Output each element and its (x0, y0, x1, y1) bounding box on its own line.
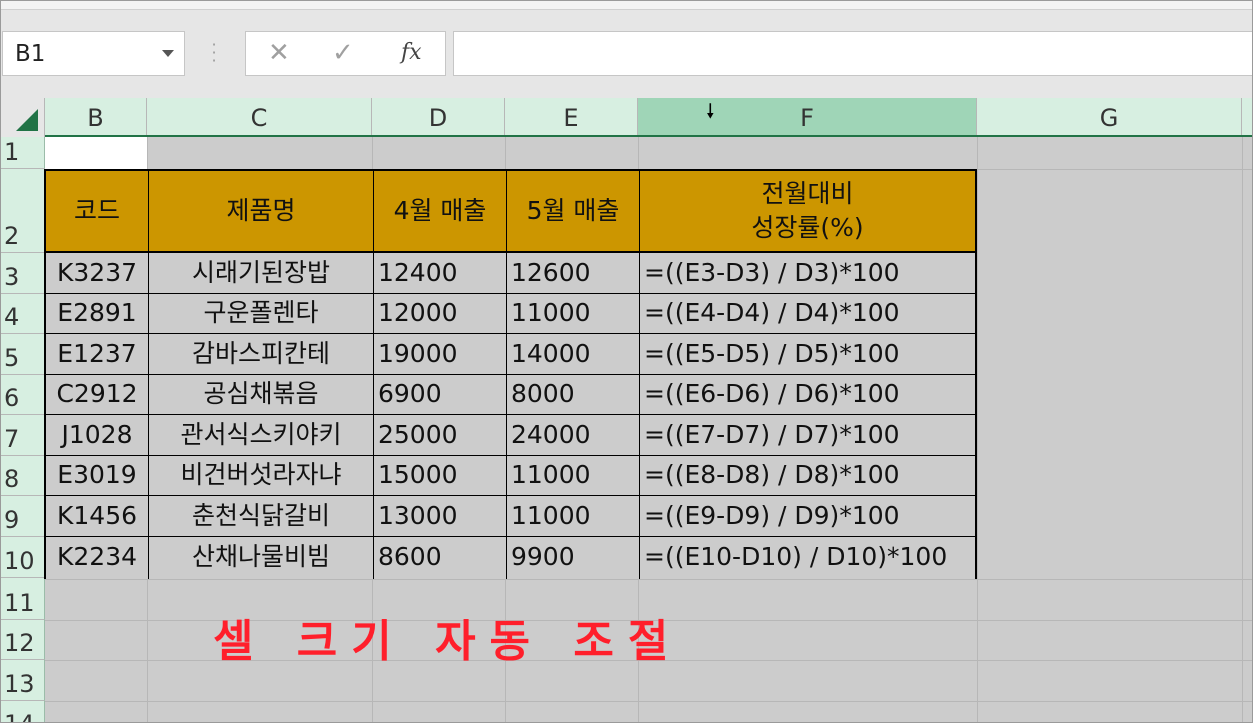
column-header-e[interactable]: E (505, 98, 638, 135)
active-cell-b1[interactable] (45, 137, 147, 169)
header-growth-rate-line1: 전월대비 (761, 179, 854, 208)
header-growth-rate-line2: 성장률(%) (751, 213, 864, 242)
cell-product-name[interactable]: 관서식스키야키 (149, 415, 374, 456)
name-box-value: B1 (15, 41, 46, 67)
column-header-d[interactable]: D (372, 98, 505, 135)
row-header-11[interactable]: 11 (1, 578, 45, 620)
chevron-down-icon[interactable] (162, 50, 174, 57)
header-growth-rate[interactable]: 전월대비 성장률(%) (640, 171, 975, 253)
cell-april-sales[interactable]: 12000 (374, 294, 507, 334)
formula-input[interactable] (453, 31, 1252, 76)
gridline (1242, 137, 1243, 722)
cell-growth-formula[interactable]: =((E5-D5) / D5)*100 (640, 334, 975, 375)
cell-growth-formula[interactable]: =((E8-D8) / D8)*100 (640, 456, 975, 496)
gridline (45, 701, 1252, 702)
drag-handle-icon[interactable]: · · · (210, 37, 218, 69)
insert-function-icon[interactable]: fx (401, 40, 422, 65)
overlay-caption: 셀 크기 자동 조절 (213, 616, 683, 667)
cell-product-name[interactable]: 구운폴렌타 (149, 294, 374, 334)
header-product-name[interactable]: 제품명 (149, 171, 374, 253)
cell-growth-formula[interactable]: =((E7-D7) / D7)*100 (640, 415, 975, 456)
row-header-13[interactable]: 13 (1, 660, 45, 701)
cell-code[interactable]: E3019 (46, 456, 149, 496)
column-header-f[interactable]: 🠗 F (638, 98, 977, 135)
excel-window: B1 · · · ✕ ✓ fx B C D E 🠗 F G 1 2 3 4 5 6 … (0, 0, 1253, 723)
cancel-icon[interactable]: ✕ (268, 38, 290, 68)
cell-april-sales[interactable]: 6900 (374, 375, 507, 415)
name-box[interactable]: B1 (2, 31, 185, 76)
header-april-sales[interactable]: 4월 매출 (374, 171, 507, 253)
header-may-sales[interactable]: 5월 매출 (507, 171, 640, 253)
cell-code[interactable]: C2912 (46, 375, 149, 415)
cell-code[interactable]: E2891 (46, 294, 149, 334)
gridline (45, 579, 1252, 580)
cell-may-sales[interactable]: 9900 (507, 537, 640, 579)
cell-may-sales[interactable]: 12600 (507, 253, 640, 294)
cell-product-name[interactable]: 비건버섯라자냐 (149, 456, 374, 496)
cell-april-sales[interactable]: 12400 (374, 253, 507, 294)
cell-april-sales[interactable]: 15000 (374, 456, 507, 496)
header-code[interactable]: 코드 (46, 171, 149, 253)
cell-april-sales[interactable]: 25000 (374, 415, 507, 456)
select-all-button[interactable] (1, 98, 45, 137)
cell-growth-formula[interactable]: =((E3-D3) / D3)*100 (640, 253, 975, 294)
cell-product-name[interactable]: 공심채볶음 (149, 375, 374, 415)
row-header-7[interactable]: 7 (1, 415, 45, 456)
cell-april-sales[interactable]: 8600 (374, 537, 507, 579)
row-header-2[interactable]: 2 (1, 169, 45, 253)
cell-code[interactable]: K2234 (46, 537, 149, 579)
column-header-b[interactable]: B (45, 98, 147, 135)
row-header-1[interactable]: 1 (1, 137, 45, 169)
ribbon-edge (1, 1, 1252, 10)
cell-product-name[interactable]: 산채나물비빔 (149, 537, 374, 579)
cell-growth-formula[interactable]: =((E9-D9) / D9)*100 (640, 496, 975, 537)
cell-growth-formula[interactable]: =((E4-D4) / D4)*100 (640, 294, 975, 334)
enter-icon[interactable]: ✓ (332, 38, 354, 68)
cell-may-sales[interactable]: 11000 (507, 294, 640, 334)
row-header-5[interactable]: 5 (1, 334, 45, 375)
cell-code[interactable]: K1456 (46, 496, 149, 537)
cell-code[interactable]: J1028 (46, 415, 149, 456)
cell-growth-formula[interactable]: =((E10-D10) / D10)*100 (640, 537, 975, 579)
cell-product-name[interactable]: 시래기된장밥 (149, 253, 374, 294)
cell-may-sales[interactable]: 24000 (507, 415, 640, 456)
column-header-g[interactable]: G (977, 98, 1242, 135)
column-header-f-label: F (800, 104, 814, 132)
row-header-9[interactable]: 9 (1, 496, 45, 537)
row-header-6[interactable]: 6 (1, 375, 45, 415)
cell-april-sales[interactable]: 19000 (374, 334, 507, 375)
cell-april-sales[interactable]: 13000 (374, 496, 507, 537)
cell-growth-formula[interactable]: =((E6-D6) / D6)*100 (640, 375, 975, 415)
cell-product-name[interactable]: 춘천식닭갈비 (149, 496, 374, 537)
cell-code[interactable]: E1237 (46, 334, 149, 375)
cell-may-sales[interactable]: 11000 (507, 456, 640, 496)
formula-bar-area: B1 · · · ✕ ✓ fx (1, 1, 1252, 98)
column-header-c[interactable]: C (147, 98, 372, 135)
cell-may-sales[interactable]: 14000 (507, 334, 640, 375)
row-header-14[interactable]: 14 (1, 701, 45, 722)
cell-may-sales[interactable]: 8000 (507, 375, 640, 415)
cell-product-name[interactable]: 감바스피칸테 (149, 334, 374, 375)
data-table: 코드 제품명 4월 매출 5월 매출 전월대비 성장률(%) K3237 시래기된… (44, 169, 977, 579)
cell-code[interactable]: K3237 (46, 253, 149, 294)
select-all-triangle-icon (16, 109, 38, 131)
row-header-12[interactable]: 12 (1, 620, 45, 660)
formula-buttons: ✕ ✓ fx (245, 31, 446, 76)
row-header-8[interactable]: 8 (1, 456, 45, 496)
row-header-3[interactable]: 3 (1, 253, 45, 294)
gridline (977, 137, 978, 722)
row-header-10[interactable]: 10 (1, 537, 45, 578)
column-select-arrow-icon: 🠗 (706, 99, 715, 123)
row-header-4[interactable]: 4 (1, 294, 45, 334)
cell-may-sales[interactable]: 11000 (507, 496, 640, 537)
